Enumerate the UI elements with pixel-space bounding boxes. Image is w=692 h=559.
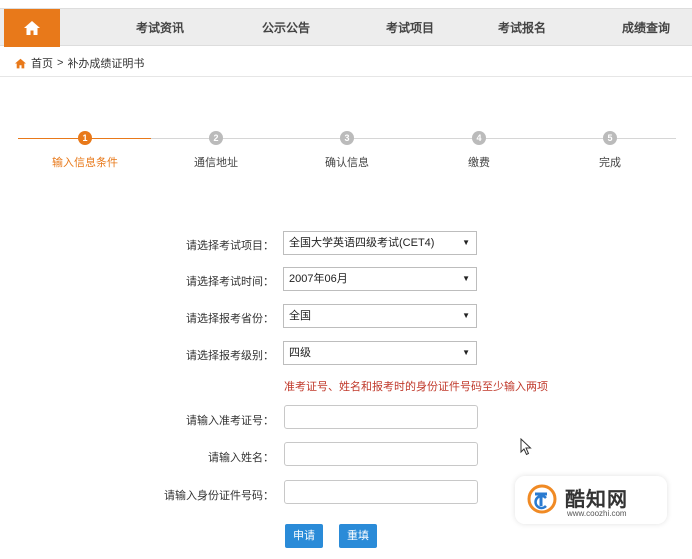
level-select[interactable]: 四级 ▼ <box>283 341 477 365</box>
step-1-label: 输入信息条件 <box>52 157 118 169</box>
breadcrumb: 首页 > 补办成绩证明书 <box>14 54 144 72</box>
step-3-label: 确认信息 <box>325 157 369 169</box>
step-line-inactive <box>151 138 676 139</box>
step-1-dot: 1 <box>78 131 92 145</box>
home-button[interactable] <box>4 9 60 47</box>
triangle-down-icon: ▼ <box>462 311 470 320</box>
breadcrumb-home-link[interactable]: 首页 <box>31 55 53 71</box>
nav-item-announcements[interactable]: 公示公告 <box>262 9 310 47</box>
exam-project-select[interactable]: 全国大学英语四级考试(CET4) ▼ <box>283 231 477 255</box>
watermark-title: 酷知网 <box>565 489 628 511</box>
coozhi-logo-icon <box>527 484 557 514</box>
nav-item-exam-projects[interactable]: 考试项目 <box>386 9 434 47</box>
mouse-pointer-icon <box>520 438 532 456</box>
step-4-dot: 4 <box>472 131 486 145</box>
ticket-number-input[interactable] <box>284 405 478 429</box>
ticket-number-label: 请输入准考证号： <box>186 415 274 427</box>
nav-item-registration[interactable]: 考试报名 <box>498 9 546 47</box>
id-number-input[interactable] <box>284 480 478 504</box>
exam-project-value: 全国大学英语四级考试(CET4) <box>289 237 435 249</box>
name-label: 请输入姓名： <box>208 452 274 464</box>
breadcrumb-separator: > <box>57 57 64 69</box>
exam-time-value: 2007年06月 <box>289 273 348 285</box>
breadcrumb-current: 补办成绩证明书 <box>67 58 145 70</box>
home-icon <box>15 58 26 68</box>
submit-button[interactable]: 申请 <box>285 524 323 548</box>
exam-time-label: 请选择考试时间： <box>186 276 274 288</box>
reset-button[interactable]: 重填 <box>339 524 377 548</box>
province-label: 请选择报考省份： <box>186 313 274 325</box>
watermark: 酷知网 www.coozhi.com <box>515 476 667 524</box>
step-5-label: 完成 <box>599 157 621 169</box>
nav-item-score-query[interactable]: 成绩查询 <box>622 9 670 47</box>
divider <box>0 76 692 77</box>
province-value: 全国 <box>289 310 311 322</box>
step-2-label: 通信地址 <box>194 157 238 169</box>
step-2-dot: 2 <box>209 131 223 145</box>
name-input[interactable] <box>284 442 478 466</box>
nav-item-news[interactable]: 考试资讯 <box>136 9 184 47</box>
level-label: 请选择报考级别： <box>186 350 274 362</box>
top-nav: 考试资讯 公示公告 考试项目 考试报名 成绩查询 <box>0 8 692 47</box>
watermark-url: www.coozhi.com <box>567 509 627 518</box>
exam-time-select[interactable]: 2007年06月 ▼ <box>283 267 477 291</box>
id-number-label: 请输入身份证件号码： <box>164 490 274 502</box>
province-select[interactable]: 全国 ▼ <box>283 304 477 328</box>
step-3-dot: 3 <box>340 131 354 145</box>
level-value: 四级 <box>289 347 311 359</box>
triangle-down-icon: ▼ <box>462 348 470 357</box>
input-notice: 准考证号、姓名和报考时的身份证件号码至少输入两项 <box>284 381 548 393</box>
triangle-down-icon: ▼ <box>462 238 470 247</box>
exam-project-label: 请选择考试项目： <box>186 240 274 252</box>
home-icon <box>24 21 40 35</box>
triangle-down-icon: ▼ <box>462 274 470 283</box>
step-4-label: 缴费 <box>468 157 490 169</box>
step-5-dot: 5 <box>603 131 617 145</box>
